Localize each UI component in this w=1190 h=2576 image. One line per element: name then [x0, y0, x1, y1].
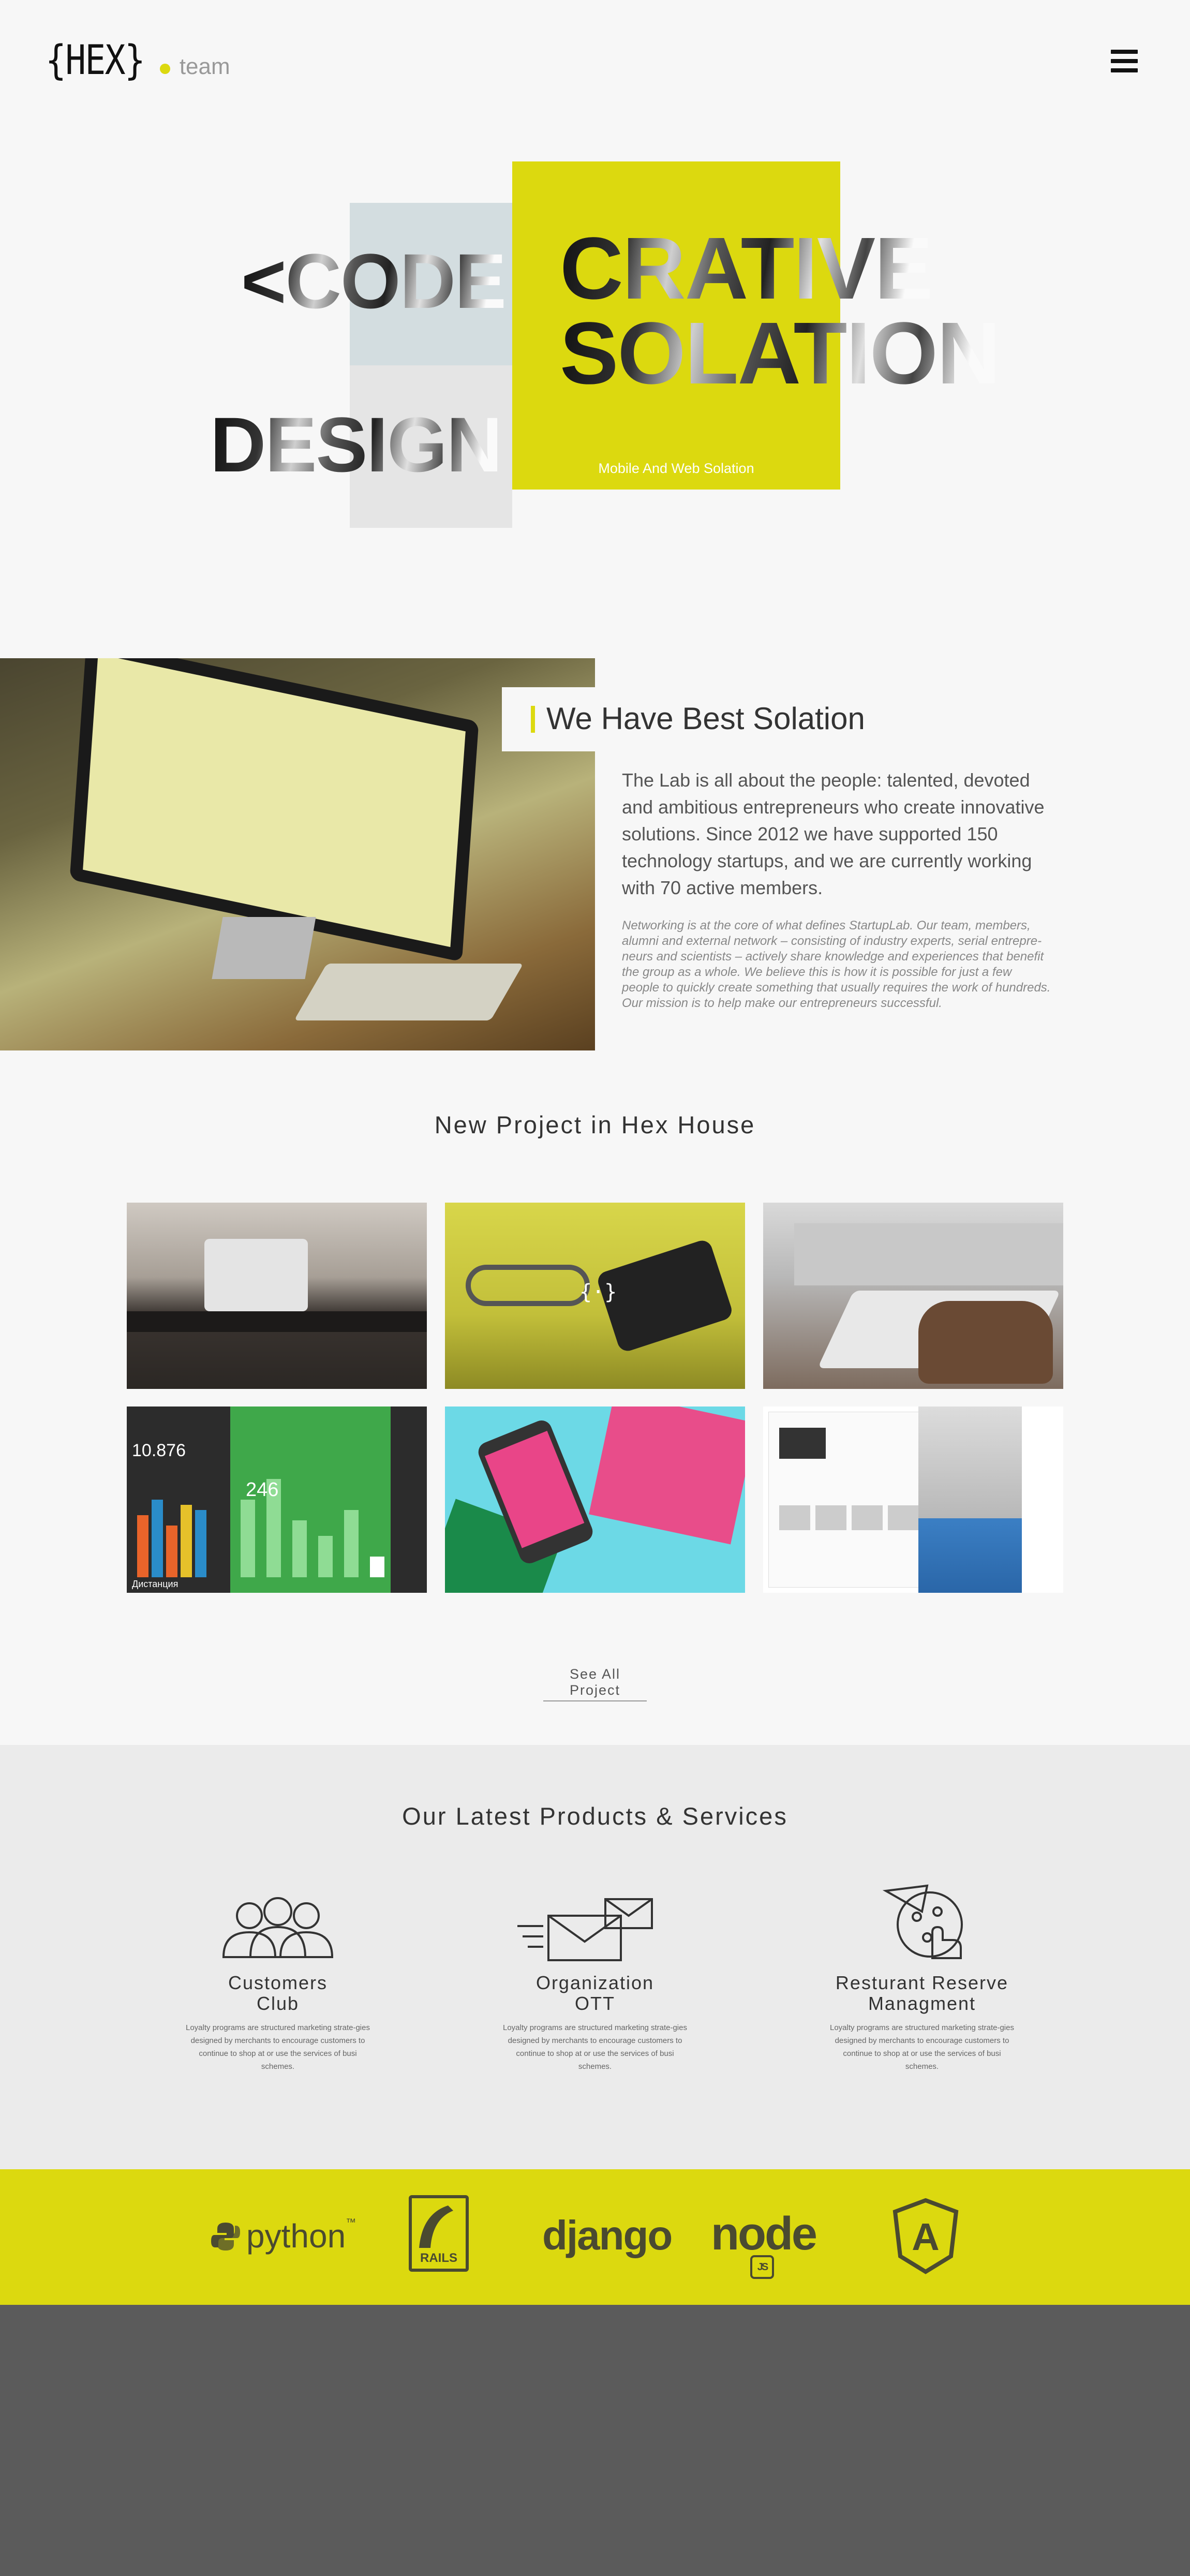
project-card[interactable]: {·} [445, 1203, 745, 1389]
rails-logo: RAILS [409, 2195, 469, 2272]
logo-mark: {HEX} [46, 37, 145, 84]
app-label: Дистанция [132, 1579, 178, 1589]
project-card[interactable] [127, 1203, 427, 1389]
services-title: Our Latest Products & Services [402, 1802, 788, 1830]
service-customers-club[interactable]: Customers Club Loyalty programs are struc… [180, 1895, 376, 2073]
hex-mini-logo: {·} [579, 1280, 617, 1304]
project-card[interactable] [763, 1203, 1063, 1389]
service-organization-ott[interactable]: Organization OTT Loyalty programs are str… [497, 1895, 693, 2073]
rails-icon [419, 2205, 453, 2248]
about-title: We Have Best Solation [546, 701, 865, 736]
svg-text:A: A [912, 2215, 939, 2258]
hero-word-solation: SOLATION [560, 304, 1001, 403]
service-title: Resturant Reserve Managment [835, 1972, 1009, 2014]
logo-team: team [179, 54, 230, 79]
nodejs-logo: node JS [711, 2208, 817, 2279]
angular-icon: A [892, 2198, 959, 2274]
about-body: Networking is at the core of what define… [622, 919, 1051, 1010]
hero-word-code: <CODE [241, 238, 507, 324]
services-section: Our Latest Products & Services Customers… [0, 1745, 1190, 2169]
app-stat-number-2: 246 [246, 1479, 279, 1501]
service-text: Loyalty programs are structured marketin… [503, 2023, 687, 2071]
logo-dot [159, 64, 170, 74]
accent-bar [531, 706, 535, 733]
mail-icon [517, 1898, 653, 1961]
users-icon [222, 1897, 334, 1958]
app-stat-number: 10.876 [132, 1441, 186, 1460]
python-logo: python ™ [210, 2217, 356, 2255]
monitor-illustration [69, 658, 479, 962]
project-card[interactable]: 10.876 246 Дистанция [127, 1407, 427, 1593]
hero-word-design: DESIGN [210, 401, 502, 488]
logo[interactable]: {HEX} team [46, 37, 230, 84]
see-all-projects-link[interactable]: See All Project [543, 1666, 647, 1701]
hamburger-menu-icon[interactable] [1111, 50, 1138, 72]
service-text: Loyalty programs are structured marketin… [830, 2023, 1014, 2071]
service-title: Customers Club [228, 1972, 328, 2014]
footer [0, 2305, 1190, 2576]
hero-word-crative: CRATIVE [560, 219, 933, 318]
project-card[interactable] [445, 1407, 745, 1593]
service-text: Loyalty programs are structured marketin… [186, 2023, 370, 2071]
about-lead: The Lab is all about the people: talente… [622, 769, 1045, 898]
pizza-order-icon [882, 1884, 963, 1959]
tech-logos-band: python ™ RAILS django node JS A [0, 2169, 1190, 2305]
hero-subtitle: Mobile And Web Solation [598, 461, 754, 476]
service-resturant-reserve[interactable]: Resturant Reserve Managment Loyalty progr… [824, 1881, 1020, 2073]
project-card[interactable] [763, 1407, 1063, 1593]
service-title: Organization OTT [536, 1972, 654, 2014]
angular-logo: A [892, 2198, 959, 2277]
projects-title: New Project in Hex House [434, 1111, 756, 1138]
python-icon [211, 2223, 240, 2251]
django-logo: django [542, 2212, 673, 2258]
